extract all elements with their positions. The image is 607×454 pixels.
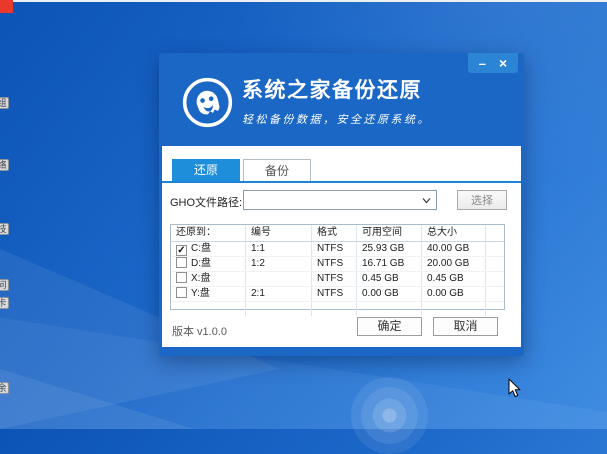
desktop-icon-fragment[interactable]: 技 [0,223,9,235]
window-controls: – × [468,53,518,73]
cell-free: 25.93 GB [357,242,422,256]
table-empty-row [171,302,504,316]
column-header-empty [486,225,504,241]
cell-fs: NTFS [312,257,357,271]
cell-drive: Y:盘 [171,287,246,301]
ok-button[interactable]: 确定 [357,317,422,336]
cell-total: 40.00 GB [422,242,486,256]
minimize-button[interactable]: – [479,59,486,69]
desktop: { "colors": { "desktop-top": "#0c54b6", … [0,0,607,429]
app-subtitle: 轻松备份数据，安全还原系统。 [242,111,431,127]
column-header-number: 编号 [246,225,312,241]
top-edge-strip [0,0,607,2]
drive-label: C:盘 [191,243,211,254]
table-row[interactable]: ✓ C:盘 1:1NTFS25.93 GB40.00 GB [171,242,504,257]
desktop-icon-fragment[interactable]: 卡 [0,297,9,309]
mouse-cursor [508,378,522,398]
table-header-row: 还原到： 编号 格式 可用空间 总大小 [171,225,504,242]
table-row[interactable]: Y:盘2:1NTFS0.00 GB0.00 GB [171,287,504,302]
desktop-icon-fragment[interactable]: 余 [0,382,9,394]
window-header: 系统之家备份还原 轻松备份数据，安全还原系统。 [182,77,431,128]
backup-restore-window: – × 系统之家备份还原 轻松备份数据，安全还原系统。 还原 备份 [159,53,524,356]
cell-no: 2:1 [246,287,312,301]
column-header-restore-to: 还原到： [171,225,246,241]
row-checkbox[interactable] [176,287,187,298]
header-text: 系统之家备份还原 轻松备份数据，安全还原系统。 [242,77,431,127]
cell-free: 0.45 GB [357,272,422,286]
cell-free: 16.71 GB [357,257,422,271]
cell-drive: D:盘 [171,257,246,271]
desktop-icon-fragment[interactable]: 络 [0,159,9,171]
row-checkbox[interactable] [176,272,187,283]
column-header-free-space: 可用空间 [357,225,422,241]
cell-total: 0.00 GB [422,287,486,301]
version-label: 版本 v1.0.0 [172,323,227,339]
row-checkbox-checked[interactable]: ✓ [176,245,187,256]
close-button[interactable]: × [499,55,507,71]
gho-path-label: GHO文件路径: [170,194,242,210]
drive-label: Y:盘 [191,288,210,299]
cell-empty [486,242,504,256]
table-row[interactable]: X:盘NTFS0.45 GB0.45 GB [171,272,504,287]
cell-total: 0.45 GB [422,272,486,286]
tab-backup[interactable]: 备份 [243,159,311,181]
column-header-format: 格式 [312,225,357,241]
desktop-icon-fragment[interactable]: 问 [0,279,9,291]
cell-fs: NTFS [312,272,357,286]
tab-restore[interactable]: 还原 [172,159,240,181]
restore-table-body: ✓C:盘1:1NTFS25.93 GB40.00 GBD:盘1:2NTFS16.… [171,242,504,316]
cell-empty [486,272,504,286]
cell-no [246,272,312,286]
cell-drive: ✓ C:盘 [171,242,246,256]
cell-empty [486,287,504,301]
restore-target-table: 还原到： 编号 格式 可用空间 总大小 ✓C:盘1:1NTFS25.93 GB4… [170,224,505,310]
tab-bar: 还原 备份 [172,159,311,181]
cell-free: 0.00 GB [357,287,422,301]
tab-underline [162,181,521,183]
app-title: 系统之家备份还原 [242,78,431,104]
drive-label: D:盘 [191,258,211,269]
cell-fs: NTFS [312,242,357,256]
table-row[interactable]: D:盘 1:2NTFS16.71 GB20.00 GB [171,257,504,272]
cell-drive: X:盘 [171,272,246,286]
ghost-logo-icon [182,77,233,128]
wallpaper-glow-orb [351,377,428,454]
row-checkbox[interactable] [176,257,187,268]
drive-label: X:盘 [191,273,210,284]
combo-chevron-down-icon [422,197,431,204]
column-header-total-size: 总大小 [422,225,486,241]
cell-no: 1:1 [246,242,312,256]
cell-no: 1:2 [246,257,312,271]
cell-empty [486,257,504,271]
cell-fs: NTFS [312,287,357,301]
cancel-button[interactable]: 取消 [433,317,498,336]
desktop-icon-fragment[interactable]: 组 [0,97,9,109]
select-button[interactable]: 选择 [457,190,507,210]
recording-indicator [0,0,13,13]
cell-total: 20.00 GB [422,257,486,271]
window-content: 还原 备份 GHO文件路径: 选择 还原到： 编号 格式 可用空间 总大小 ✓ C… [162,146,521,347]
gho-path-combobox[interactable] [243,190,437,210]
